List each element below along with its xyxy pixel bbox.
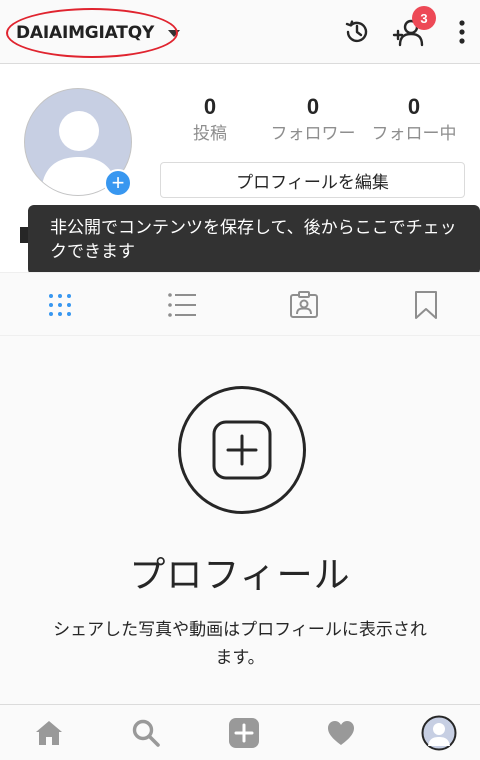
- profile-tabs: [0, 272, 480, 336]
- empty-state-description: シェアした写真や動画はプロフィールに表示されます。: [53, 620, 427, 668]
- stat-following-label: フォロー中: [371, 124, 457, 144]
- highlight-ellipse: [6, 8, 178, 58]
- more-options-icon[interactable]: [444, 14, 480, 50]
- nav-activity[interactable]: [321, 713, 361, 753]
- stat-posts-label: 投稿: [193, 124, 227, 144]
- archive-icon[interactable]: [339, 14, 375, 50]
- nav-home[interactable]: [29, 713, 69, 753]
- empty-state-title: プロフィール: [129, 555, 351, 596]
- grid-icon: [49, 294, 71, 316]
- empty-state: プロフィール シェアした写真や動画はプロフィールに表示されます。: [0, 336, 480, 704]
- plus-square-icon: [212, 420, 272, 480]
- notification-badge: 3: [412, 6, 436, 30]
- profile-avatar-icon: [421, 715, 457, 751]
- nav-add-post[interactable]: [224, 713, 264, 753]
- add-photo-icon[interactable]: +: [104, 169, 132, 197]
- activity-heart-icon: [328, 721, 354, 745]
- stat-followers-count: 0: [306, 94, 320, 119]
- list-icon: [168, 293, 196, 317]
- add-post-circle[interactable]: [178, 386, 306, 514]
- account-switcher[interactable]: DAIAIMGIATQY: [6, 8, 181, 58]
- add-post-icon: [229, 718, 259, 748]
- bottom-navigation: [0, 704, 480, 760]
- stat-followers[interactable]: 0 フォロワー: [263, 94, 363, 146]
- nav-search[interactable]: [126, 713, 166, 753]
- saved-icon: [415, 291, 437, 319]
- tagged-icon: [290, 291, 318, 318]
- stat-posts[interactable]: 0 投稿: [160, 94, 260, 146]
- tab-list[interactable]: [152, 287, 212, 323]
- stat-posts-count: 0: [203, 94, 217, 119]
- stat-following-count: 0: [407, 94, 421, 119]
- tab-saved[interactable]: [396, 287, 456, 323]
- saved-tooltip[interactable]: 非公開でコンテンツを保存して、後からここでチェックできます: [28, 205, 480, 275]
- home-icon: [36, 721, 62, 745]
- tab-grid[interactable]: [30, 287, 90, 323]
- nav-profile[interactable]: [419, 713, 459, 753]
- search-icon: [132, 719, 160, 747]
- top-bar: DAIAIMGIATQY 3: [0, 0, 480, 64]
- hidden-content-edge: [20, 227, 28, 243]
- edit-profile-button[interactable]: プロフィールを編集: [160, 162, 465, 198]
- tab-tagged[interactable]: [274, 287, 334, 323]
- stat-following[interactable]: 0 フォロー中: [364, 94, 464, 146]
- stat-followers-label: フォロワー: [270, 124, 356, 144]
